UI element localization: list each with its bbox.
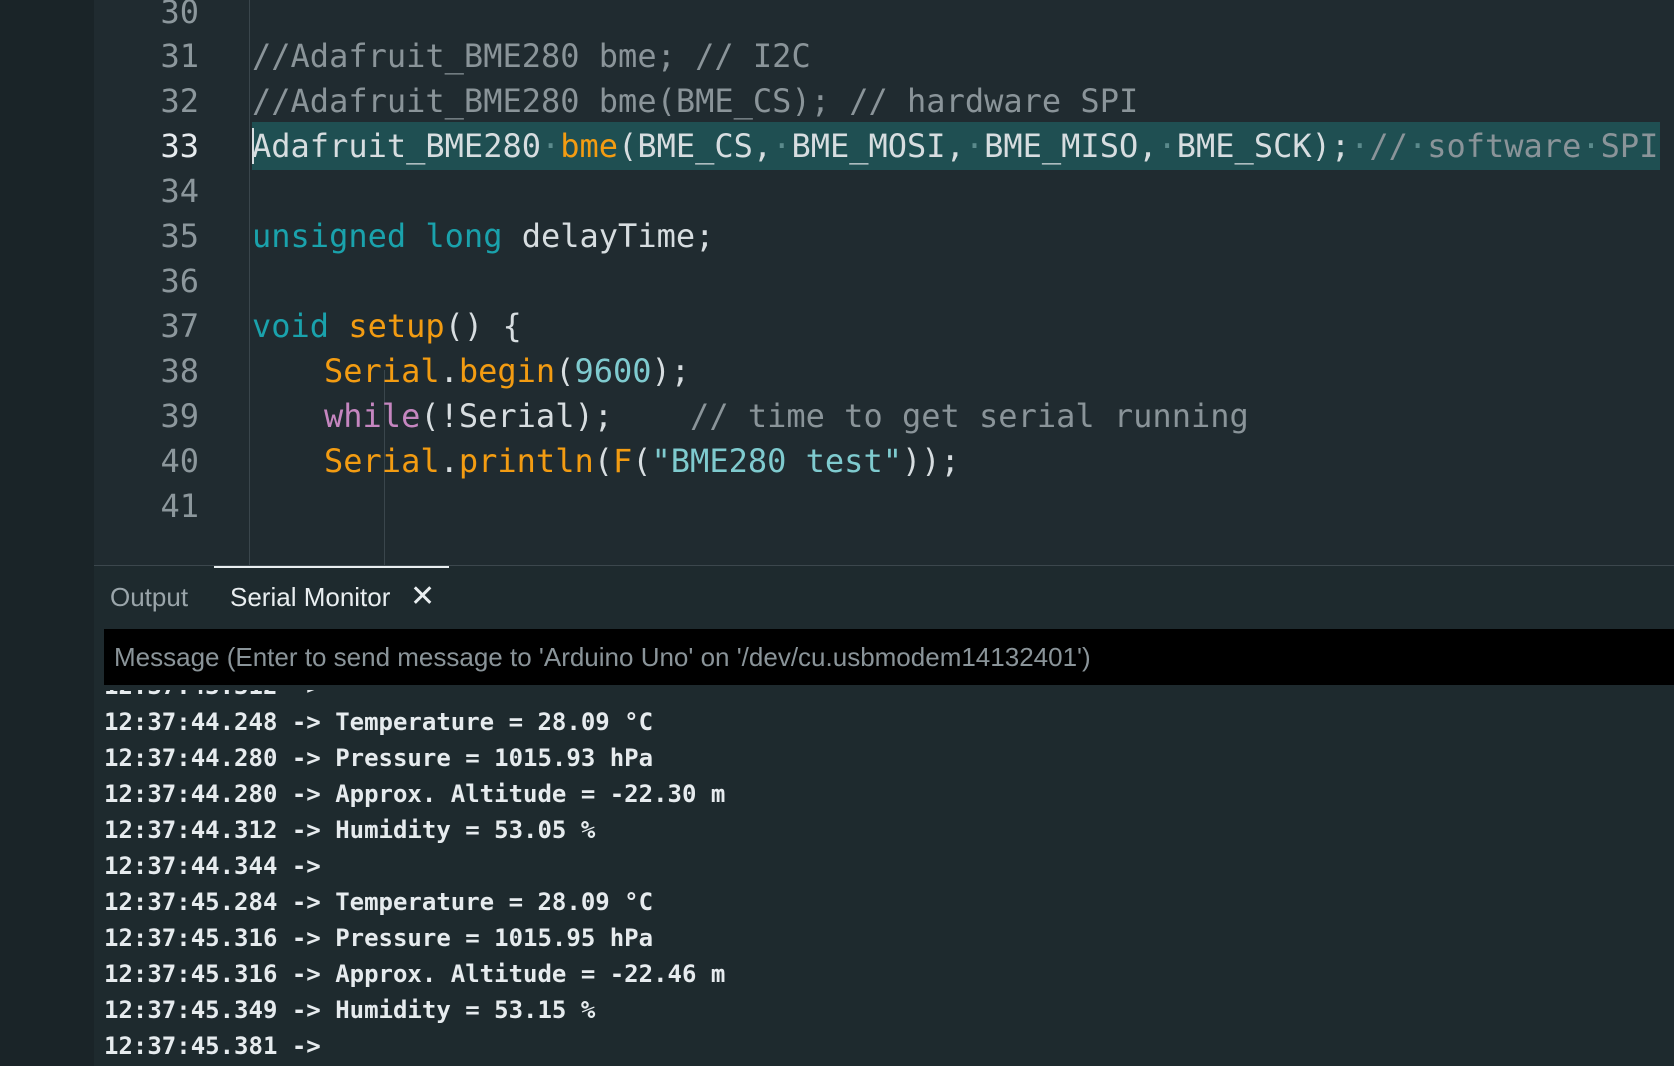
line-number: 30 bbox=[160, 0, 199, 31]
object-token: Serial bbox=[324, 442, 440, 480]
punct-token: ); bbox=[651, 352, 691, 390]
code-line-41[interactable]: 41 bbox=[94, 482, 1674, 530]
code-line-34[interactable]: 34 bbox=[94, 167, 1674, 215]
log-line: 12:37:44.312 -> Humidity = 53.05 % bbox=[104, 816, 596, 844]
code-line-38[interactable]: 38 Serial.begin(9600); bbox=[94, 347, 1674, 395]
log-line: 12:37:44.280 -> Approx. Altitude = -22.3… bbox=[104, 780, 726, 808]
code-line-32[interactable]: 32 //Adafruit_BME280 bme(BME_CS); // har… bbox=[94, 77, 1674, 125]
line-number: 35 bbox=[160, 217, 199, 255]
log-line: 12:37:45.316 -> Approx. Altitude = -22.4… bbox=[104, 960, 726, 988]
log-line: 12:37:45.316 -> Pressure = 1015.95 hPa bbox=[104, 924, 654, 952]
code-line-39[interactable]: 39 while(!Serial); // time to get serial… bbox=[94, 392, 1674, 440]
line-number: 41 bbox=[160, 487, 199, 525]
tab-serial-monitor[interactable]: Serial Monitor ✕ bbox=[214, 566, 540, 626]
punct-token: ( bbox=[632, 442, 652, 480]
log-line: 12:37:44.280 -> Pressure = 1015.93 hPa bbox=[104, 744, 654, 772]
keyword-token: unsigned bbox=[252, 217, 407, 255]
comment-token: // time to get serial running bbox=[690, 397, 1249, 435]
punct-token: )); bbox=[901, 442, 960, 480]
code-line-37[interactable]: 37 void setup() { bbox=[94, 302, 1674, 350]
comment-token: SPI bbox=[1600, 127, 1659, 165]
string-token: "BME280 test" bbox=[651, 442, 902, 480]
code-content: //Adafruit_BME280 bme; // I2C bbox=[252, 32, 813, 80]
keyword-token: while bbox=[324, 397, 421, 435]
line-number: 38 bbox=[160, 352, 199, 390]
punct-token: () { bbox=[444, 307, 522, 345]
code-line-31[interactable]: 31 //Adafruit_BME280 bme; // I2C bbox=[94, 32, 1674, 80]
comment-token: //Adafruit_BME280 bme; // I2C bbox=[252, 37, 811, 75]
code-editor[interactable]: 30 31 //Adafruit_BME280 bme; // I2C 32 /… bbox=[94, 0, 1674, 565]
args-token: BME_SCK); bbox=[1176, 127, 1351, 165]
code-content: unsigned long delayTime; bbox=[252, 212, 716, 260]
number-token: 9600 bbox=[574, 352, 652, 390]
log-line: 12:37:44.248 -> Temperature = 28.09 °C bbox=[104, 708, 654, 736]
log-line: 12:37:43.312 -> bbox=[104, 690, 725, 704]
args-token: BME_MOSI, bbox=[791, 127, 965, 165]
code-content: Adafruit_BME280·bme(BME_CS,·BME_MOSI,·BM… bbox=[252, 122, 1661, 170]
activity-bar bbox=[0, 0, 94, 1066]
function-token: println bbox=[458, 442, 594, 480]
tab-label: Output bbox=[110, 582, 189, 612]
punct-token: . bbox=[439, 442, 459, 480]
whitespace-dot: · bbox=[964, 127, 985, 165]
line-number: 37 bbox=[160, 307, 199, 345]
code-line-36[interactable]: 36 bbox=[94, 257, 1674, 305]
code-content: Serial.begin(9600); bbox=[324, 347, 692, 395]
function-token: setup bbox=[348, 307, 445, 345]
line-number: 32 bbox=[160, 82, 199, 120]
line-number: 40 bbox=[160, 442, 199, 480]
object-token: Serial bbox=[324, 352, 440, 390]
tab-output[interactable]: Output bbox=[110, 566, 188, 626]
keyword-token: void bbox=[252, 307, 330, 345]
comment-token: // bbox=[1369, 127, 1408, 165]
whitespace-dot: · bbox=[540, 127, 561, 165]
punct-token: ( bbox=[593, 442, 613, 480]
log-line: 12:37:44.344 -> bbox=[104, 852, 321, 880]
line-number: 39 bbox=[160, 397, 199, 435]
log-line: 12:37:45.381 -> bbox=[104, 1032, 321, 1060]
text-cursor bbox=[252, 128, 254, 164]
log-line: 12:37:45.349 -> Humidity = 53.15 % bbox=[104, 996, 596, 1024]
serial-output-log[interactable]: 12:37:43.312 -> 12:37:44.248 -> Temperat… bbox=[94, 690, 1674, 1066]
type-token: Adafruit_BME280 bbox=[252, 127, 541, 165]
code-line-40[interactable]: 40 Serial.println(F("BME280 test")); bbox=[94, 437, 1674, 485]
expr-token: (!Serial); bbox=[420, 397, 613, 435]
function-token: begin bbox=[458, 352, 556, 390]
function-token: F bbox=[612, 442, 633, 480]
code-content: while(!Serial); // time to get serial ru… bbox=[324, 392, 1251, 440]
whitespace-dot: · bbox=[1407, 127, 1428, 165]
whitespace-dot: · bbox=[772, 127, 792, 165]
serial-message-input[interactable] bbox=[104, 629, 1674, 685]
identifier-token: delayTime; bbox=[521, 217, 715, 255]
whitespace-dot: · bbox=[1350, 127, 1370, 165]
panel-tabs: Output Serial Monitor ✕ bbox=[94, 566, 1674, 626]
whitespace-dot: · bbox=[1581, 127, 1601, 165]
code-content: Serial.println(F("BME280 test")); bbox=[324, 437, 962, 485]
line-number: 31 bbox=[160, 37, 199, 75]
args-token: (BME_CS, bbox=[618, 127, 773, 165]
comment-token: software bbox=[1427, 127, 1582, 165]
close-icon[interactable]: ✕ bbox=[410, 566, 435, 628]
code-content: //Adafruit_BME280 bme(BME_CS); // hardwa… bbox=[252, 77, 1140, 125]
line-number: 36 bbox=[160, 262, 199, 300]
code-line-30[interactable]: 30 bbox=[94, 0, 1674, 36]
punct-token: ( bbox=[555, 352, 575, 390]
line-number: 33 bbox=[160, 127, 199, 165]
log-line: 12:37:45.284 -> Temperature = 28.09 °C bbox=[104, 888, 654, 916]
args-token: BME_MISO, bbox=[984, 127, 1158, 165]
code-content: void setup() { bbox=[252, 302, 524, 350]
code-line-33[interactable]: 33 Adafruit_BME280·bme(BME_CS,·BME_MOSI,… bbox=[94, 122, 1674, 170]
function-token: bme bbox=[560, 127, 619, 165]
whitespace-dot: · bbox=[1157, 127, 1177, 165]
line-number: 34 bbox=[160, 172, 199, 210]
comment-token: //Adafruit_BME280 bme(BME_CS); // hardwa… bbox=[252, 82, 1139, 120]
code-line-35[interactable]: 35 unsigned long delayTime; bbox=[94, 212, 1674, 260]
punct-token: . bbox=[439, 352, 459, 390]
tab-label: Serial Monitor bbox=[230, 582, 391, 612]
keyword-token: long bbox=[425, 217, 503, 255]
